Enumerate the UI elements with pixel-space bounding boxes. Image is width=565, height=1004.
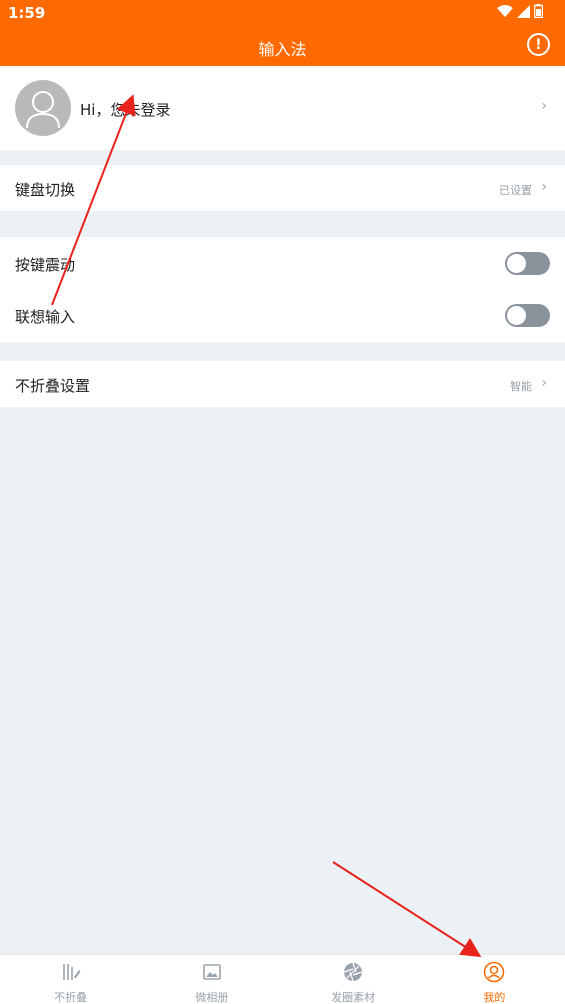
tab-label: 发圈素材 [331, 991, 376, 1004]
keyboard-switch-status: 已设置 [499, 184, 532, 197]
status-icons [497, 4, 543, 18]
aperture-icon [343, 962, 363, 982]
login-prompt[interactable]: Hi，您未登录 [80, 99, 170, 120]
page-title: 输入法 [258, 40, 307, 59]
status-time: 1:59 [8, 4, 46, 22]
fold-settings-label: 不折叠设置 [15, 377, 91, 395]
tab-me[interactable]: 我的 [424, 955, 565, 1004]
chevron-right-icon: › [541, 98, 547, 114]
tab-moments-material[interactable]: 发圈素材 [283, 955, 424, 1004]
app-header: 1:59 输入法 ! [0, 0, 565, 66]
bottom-tab-bar: 不折叠 微相册 发圈素材 我的 [0, 954, 565, 1004]
tab-label: 不折叠 [54, 991, 88, 1004]
tab-micro-album[interactable]: 微相册 [141, 955, 282, 1004]
battery-icon [534, 4, 543, 18]
key-vibration-toggle[interactable] [505, 252, 550, 275]
tab-no-fold[interactable]: 不折叠 [0, 955, 141, 1004]
tab-label: 我的 [483, 991, 506, 1004]
signal-icon [517, 4, 530, 18]
chevron-right-icon: › [541, 375, 547, 391]
annotation-arrow-me-tab [332, 861, 482, 958]
toggle-group: 按键震动 联想输入 [0, 237, 565, 342]
keyboard-switch-label: 键盘切换 [15, 181, 76, 199]
info-icon[interactable]: ! [527, 33, 550, 56]
fold-settings-row[interactable]: 不折叠设置 智能 › [0, 361, 565, 407]
tab-label: 微相册 [195, 991, 229, 1004]
keyboard-switch-row[interactable]: 键盘切换 已设置 › [0, 165, 565, 211]
user-avatar-icon[interactable] [15, 80, 71, 136]
image-icon [203, 964, 221, 980]
wifi-icon [497, 4, 513, 17]
predictive-input-toggle[interactable] [505, 304, 550, 327]
key-vibration-label: 按键震动 [15, 256, 76, 274]
chevron-right-icon: › [541, 179, 547, 195]
profile-row[interactable]: Hi，您未登录 › [0, 66, 565, 150]
text-edit-icon [62, 964, 81, 980]
annotation-arrows [51, 94, 482, 958]
fold-settings-value: 智能 [510, 380, 532, 393]
user-circle-icon [484, 961, 505, 983]
predictive-input-label: 联想输入 [15, 308, 76, 326]
